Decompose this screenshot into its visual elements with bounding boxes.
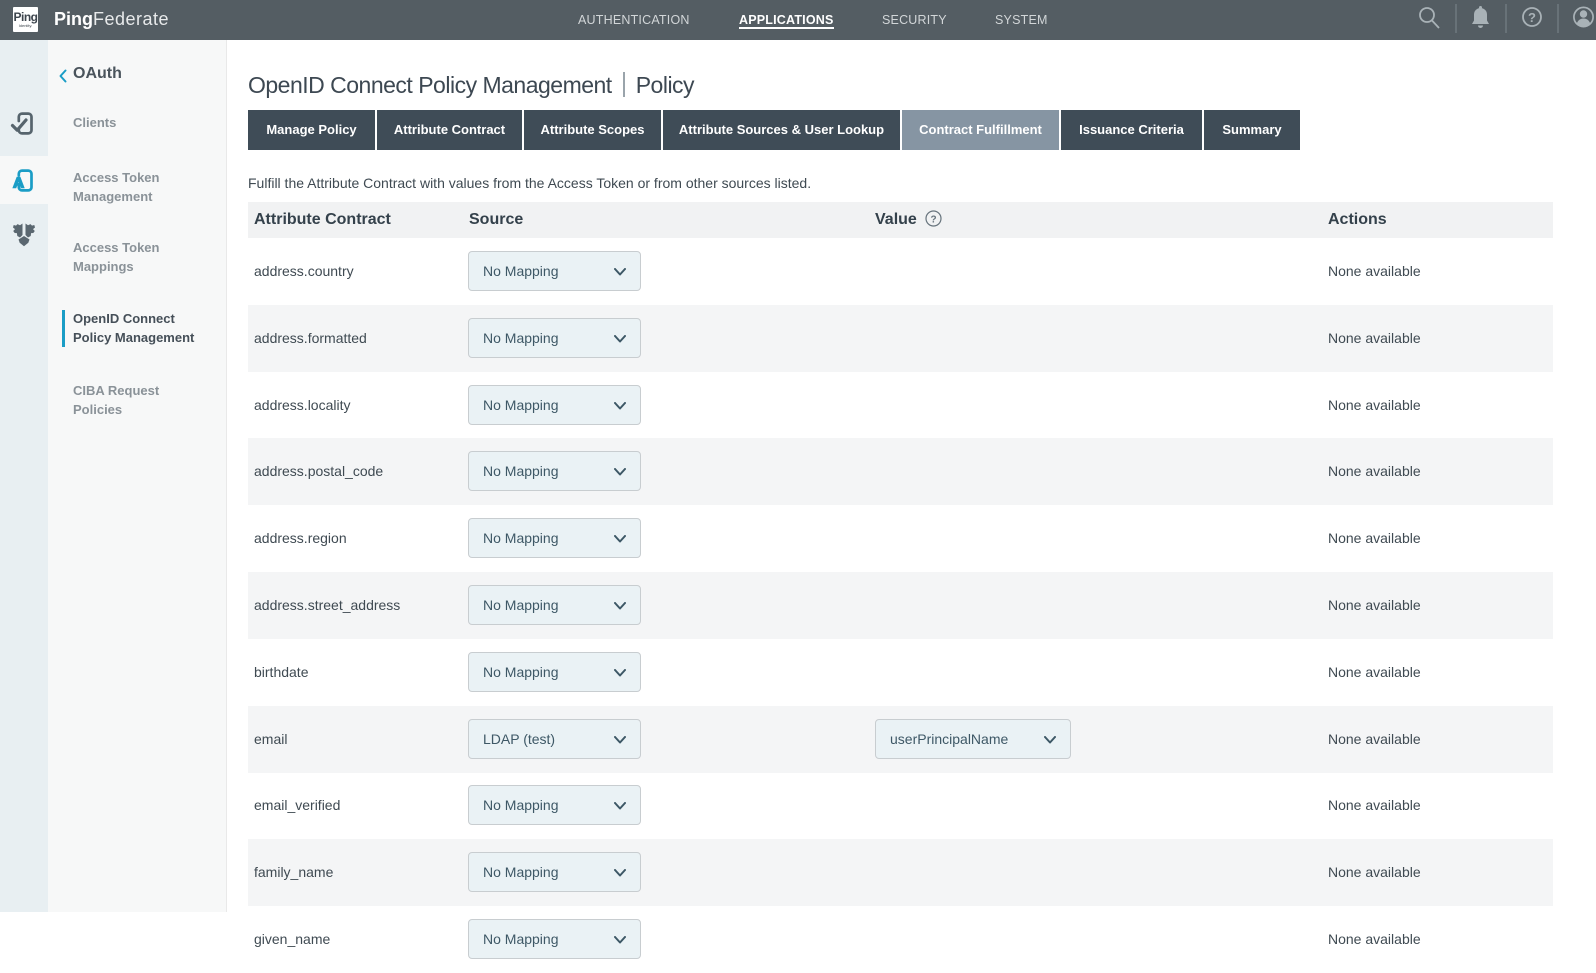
svg-text:A: A <box>13 175 24 192</box>
svg-text:?: ? <box>931 215 937 226</box>
svg-text:?: ? <box>1528 10 1536 25</box>
